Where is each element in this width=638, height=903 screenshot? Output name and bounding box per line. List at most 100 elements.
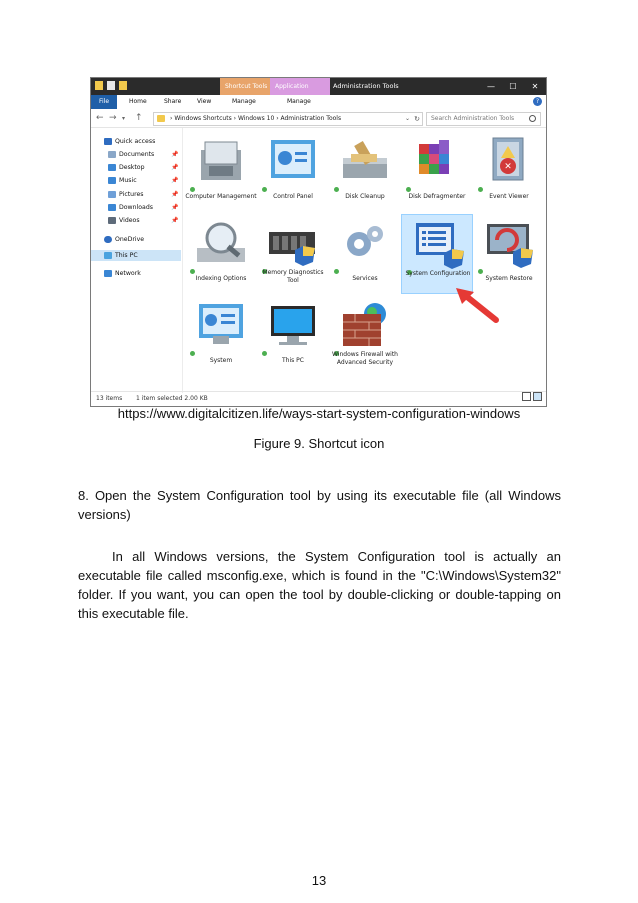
recent-dropdown-icon[interactable]: ▾: [122, 115, 125, 122]
breadcrumb-windows-10[interactable]: Windows 10: [238, 115, 274, 122]
sidebar-item-label: Downloads: [119, 204, 153, 211]
downloads-icon: [108, 203, 116, 211]
sidebar-item-downloads[interactable]: Downloads: [108, 202, 153, 213]
forward-arrow-icon[interactable]: →: [109, 113, 117, 123]
shortcut-overlay-icon: [262, 187, 267, 192]
sidebar-item-music[interactable]: Music: [108, 175, 137, 186]
status-bar: 13 items 1 item selected 2.00 KB: [91, 391, 546, 406]
sidebar-item-pictures[interactable]: Pictures: [108, 189, 144, 200]
file-item-label: Disk Cleanup: [345, 193, 385, 200]
title-bar: Shortcut Tools Application Tools Adminis…: [91, 78, 546, 107]
shortcut-overlay-icon: [406, 187, 411, 192]
file-item-computer-management[interactable]: Computer Management: [185, 132, 257, 212]
tab-application-tools[interactable]: Application Tools: [270, 78, 330, 107]
selection-info: 1 item selected 2.00 KB: [136, 395, 208, 402]
system-configuration-icon: [416, 223, 464, 269]
this-pc-icon: [271, 306, 315, 345]
file-item-disk-cleanup[interactable]: Disk Cleanup: [329, 132, 401, 212]
sidebar-item-network[interactable]: Network: [104, 268, 141, 279]
sidebar-item-label: Network: [115, 270, 141, 277]
file-item-control-panel[interactable]: Control Panel: [257, 132, 329, 212]
pin-icon[interactable]: 📌: [171, 191, 178, 198]
tab-home[interactable]: Home: [129, 95, 147, 109]
file-item-label: System Restore: [485, 275, 533, 282]
svg-text:✕: ✕: [504, 162, 512, 172]
tab-view[interactable]: View: [197, 95, 211, 109]
breadcrumb-windows-shortcuts[interactable]: Windows Shortcuts: [174, 115, 231, 122]
pin-icon[interactable]: 📌: [171, 164, 178, 171]
tab-shortcut-tools[interactable]: Shortcut Tools: [220, 78, 274, 95]
pin-icon[interactable]: 📌: [171, 177, 178, 184]
red-arrow-annotation: [456, 288, 499, 323]
refresh-icon[interactable]: ↻: [414, 113, 420, 125]
system-restore-icon: [487, 224, 533, 268]
sidebar-item-videos[interactable]: Videos: [108, 215, 140, 226]
file-item-disk-defragmenter[interactable]: Disk Defragmenter: [401, 132, 473, 212]
window-title: Administration Tools: [333, 82, 399, 90]
file-item-label: Memory Diagnostics Tool: [262, 269, 324, 284]
file-item-system-restore[interactable]: System Restore: [473, 214, 545, 294]
pin-icon[interactable]: 📌: [171, 151, 178, 158]
sidebar-item-quick-access[interactable]: Quick access: [104, 136, 155, 147]
file-item-services[interactable]: Services: [329, 214, 401, 294]
sidebar-item-this-pc[interactable]: This PC: [104, 250, 138, 261]
close-button[interactable]: ✕: [524, 78, 546, 95]
file-item-windows-firewall[interactable]: Windows Firewall with Advanced Security: [329, 296, 401, 376]
chevron-down-icon[interactable]: ⌄: [405, 113, 410, 125]
tab-manage-shortcut[interactable]: Manage: [232, 95, 256, 109]
shortcut-overlay-icon: [478, 187, 483, 192]
control-panel-icon: [271, 140, 315, 178]
file-item-system[interactable]: System: [185, 296, 257, 376]
file-list: Computer Management Control Panel Disk C…: [184, 128, 546, 393]
search-icon: [529, 115, 536, 122]
shortcut-overlay-icon: [190, 351, 195, 356]
navigation-pane: Quick access Documents Desktop Music Pic…: [91, 128, 183, 393]
pictures-icon: [108, 190, 116, 198]
minimize-button[interactable]: —: [480, 78, 502, 95]
sidebar-item-onedrive[interactable]: OneDrive: [104, 234, 144, 245]
new-folder-icon[interactable]: [119, 81, 127, 90]
tab-manage-application[interactable]: Manage: [287, 95, 311, 109]
file-item-system-configuration[interactable]: System Configuration: [401, 214, 473, 294]
tab-file[interactable]: File: [91, 95, 117, 109]
folder-icon[interactable]: [95, 81, 103, 90]
file-item-label: Windows Firewall with Advanced Security: [332, 351, 398, 366]
properties-icon[interactable]: [107, 81, 115, 90]
file-item-label: System Configuration: [405, 270, 471, 277]
indexing-options-icon: [197, 222, 245, 262]
memory-diagnostics-icon: [269, 232, 315, 266]
figure-caption: Figure 9. Shortcut icon: [253, 436, 385, 451]
back-arrow-icon[interactable]: ←: [96, 113, 104, 123]
sidebar-item-label: Quick access: [115, 138, 156, 145]
file-item-memory-diagnostics-tool[interactable]: Memory Diagnostics Tool: [257, 214, 329, 294]
sidebar-item-label: Desktop: [119, 164, 145, 171]
file-item-indexing-options[interactable]: Indexing Options: [185, 214, 257, 294]
sidebar-item-label: OneDrive: [115, 236, 145, 243]
sidebar-item-label: Documents: [119, 151, 155, 158]
view-toggle[interactable]: [520, 392, 542, 406]
maximize-button[interactable]: ☐: [502, 78, 524, 95]
file-item-label: This PC: [282, 357, 304, 364]
body-paragraph: In all Windows versions, the System Conf…: [78, 549, 561, 621]
pin-icon[interactable]: 📌: [171, 217, 178, 224]
shortcut-overlay-icon: [262, 351, 267, 356]
videos-icon: [108, 216, 116, 224]
sidebar-item-documents[interactable]: Documents: [108, 149, 154, 160]
file-item-this-pc[interactable]: This PC: [257, 296, 329, 376]
file-item-event-viewer[interactable]: ✕ Event Viewer: [473, 132, 545, 212]
address-bar[interactable]: › Windows Shortcuts › Windows 10 › Admin…: [153, 112, 423, 126]
file-item-label: Indexing Options: [195, 275, 247, 282]
help-icon[interactable]: ?: [533, 97, 542, 106]
sidebar-item-label: Music: [119, 177, 137, 184]
details-view-icon[interactable]: [522, 392, 531, 401]
sidebar-item-desktop[interactable]: Desktop: [108, 162, 145, 173]
up-arrow-icon[interactable]: ↑: [135, 113, 143, 123]
tab-share[interactable]: Share: [164, 95, 181, 109]
file-item-label: Services: [352, 275, 378, 282]
desktop-icon: [108, 163, 116, 171]
search-input[interactable]: Search Administration Tools: [426, 112, 541, 126]
section-heading: 8. Open the System Configuration tool by…: [78, 488, 561, 522]
breadcrumb-administration-tools[interactable]: Administration Tools: [281, 115, 342, 122]
large-icons-view-icon[interactable]: [533, 392, 542, 401]
pin-icon[interactable]: 📌: [171, 204, 178, 211]
